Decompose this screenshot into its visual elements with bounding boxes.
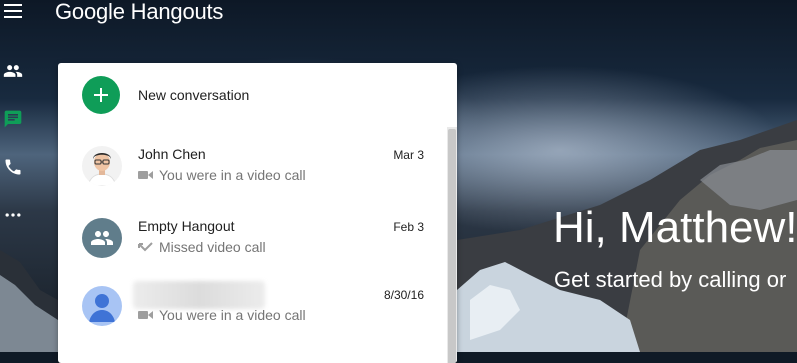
conversation-status: You were in a video call	[138, 307, 306, 323]
conversation-status-text: Missed video call	[159, 239, 266, 255]
video-icon	[138, 171, 153, 179]
conversation-name: Empty Hangout	[138, 218, 235, 234]
conversation-status-text: You were in a video call	[159, 167, 306, 183]
redacted-name	[133, 281, 265, 309]
welcome-greeting: Hi, Matthew!	[553, 203, 797, 252]
people-icon[interactable]	[3, 61, 23, 81]
new-conversation-button[interactable]: New conversation	[82, 76, 249, 114]
missed-call-icon	[138, 242, 153, 252]
conversation-status: Missed video call	[138, 239, 266, 255]
conversation-name: John Chen	[138, 146, 206, 162]
scrollbar-thumb[interactable]	[448, 129, 456, 363]
phone-icon[interactable]	[3, 157, 23, 177]
group-avatar	[82, 218, 122, 258]
conversation-list-panel: New conversation John Chen Mar 3 You wer…	[58, 63, 457, 363]
app-title: Google Hangouts	[55, 0, 224, 24]
menu-icon[interactable]	[4, 4, 22, 18]
welcome-subtitle: Get started by calling or	[554, 267, 787, 292]
avatar	[82, 146, 122, 186]
chat-icon[interactable]	[3, 109, 23, 129]
plus-icon	[82, 76, 120, 114]
conversation-date: 8/30/16	[383, 288, 424, 302]
conversation-status: You were in a video call	[138, 167, 306, 183]
conversation-date: Mar 3	[393, 148, 424, 162]
conversation-row-3[interactable]: 8/30/16 You were in a video call	[58, 281, 447, 352]
more-icon[interactable]	[3, 205, 23, 225]
conversation-row-empty-hangout[interactable]: Empty Hangout Feb 3 Missed video call	[58, 218, 447, 284]
conversation-status-text: You were in a video call	[159, 307, 306, 323]
default-avatar	[82, 286, 122, 326]
video-icon	[138, 311, 153, 319]
conversation-row-john-chen[interactable]: John Chen Mar 3 You were in a video call	[58, 146, 447, 212]
conversation-date: Feb 3	[393, 220, 424, 234]
new-conversation-label: New conversation	[138, 87, 250, 103]
